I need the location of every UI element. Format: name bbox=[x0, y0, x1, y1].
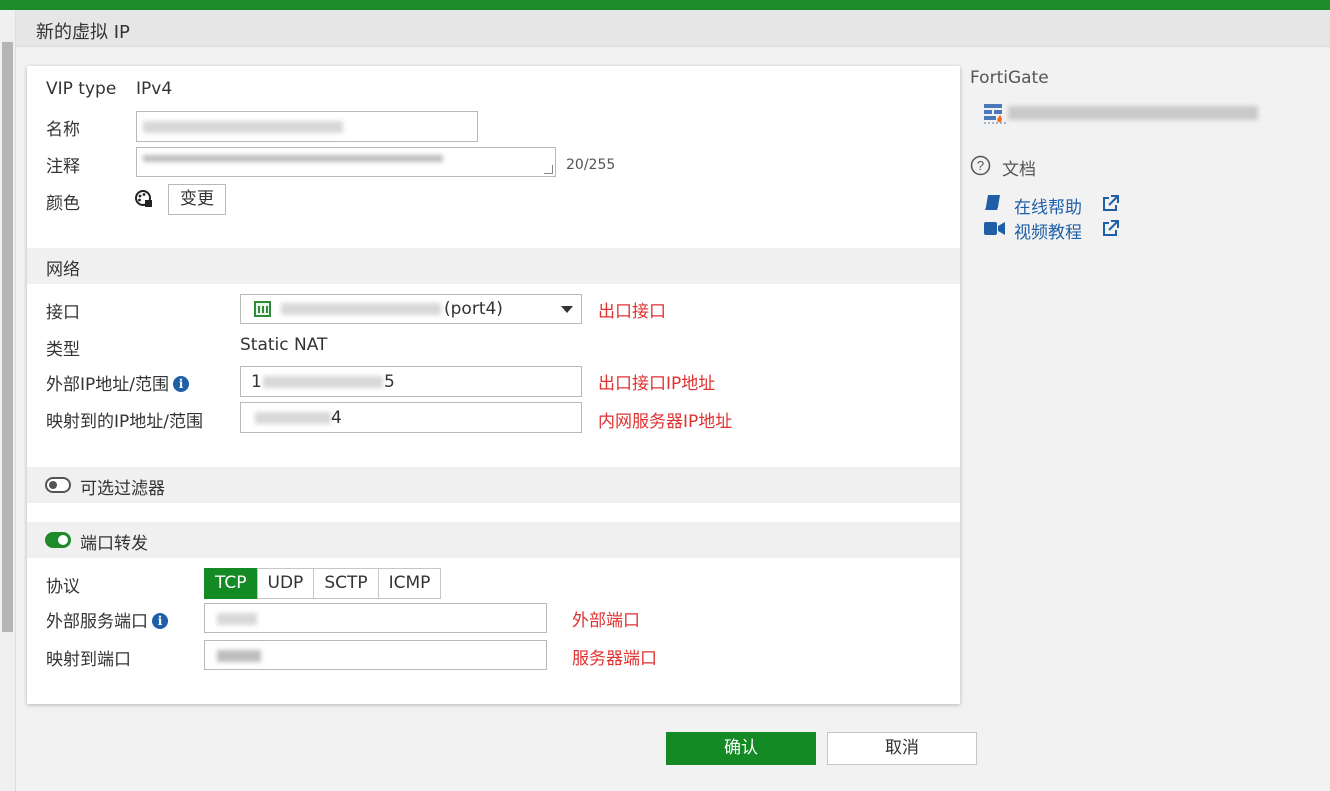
help-circle-icon: ? bbox=[970, 155, 991, 176]
optional-filter-label: 可选过滤器 bbox=[80, 479, 165, 499]
redacted-name-value bbox=[143, 121, 343, 133]
comment-label: 注释 bbox=[46, 157, 80, 177]
external-ip-annotation: 出口接口IP地址 bbox=[598, 374, 716, 394]
redacted-external-port bbox=[217, 613, 257, 625]
port-forwarding-toggle[interactable] bbox=[45, 532, 71, 548]
redacted-device-name bbox=[1008, 106, 1258, 120]
mapped-ip-end: 4 bbox=[331, 408, 342, 428]
vip-type-label: VIP type bbox=[46, 79, 117, 99]
firewall-icon bbox=[984, 104, 1006, 124]
interface-annotation: 出口接口 bbox=[598, 302, 666, 322]
protocol-tcp[interactable]: TCP bbox=[204, 568, 258, 599]
port-forwarding-row: 端口转发 bbox=[27, 522, 960, 558]
redacted-external-ip bbox=[263, 376, 383, 388]
resize-grip[interactable] bbox=[544, 165, 553, 174]
color-label: 颜色 bbox=[46, 194, 80, 214]
confirm-button[interactable]: 确认 bbox=[666, 732, 816, 765]
external-ip-label: 外部IP地址/范围 i bbox=[46, 370, 189, 395]
mapped-port-annotation: 服务器端口 bbox=[572, 649, 657, 669]
optional-filter-row: 可选过滤器 bbox=[27, 467, 960, 503]
svg-text:?: ? bbox=[977, 158, 984, 173]
mapped-ip-input[interactable]: 4 bbox=[240, 402, 582, 433]
docs-title: 文档 bbox=[1002, 160, 1036, 180]
comment-textarea[interactable] bbox=[136, 147, 556, 177]
video-tutorial-link[interactable]: 视频教程 bbox=[1014, 218, 1082, 243]
redacted-mapped-port bbox=[217, 650, 261, 662]
redacted-mapped-ip bbox=[255, 412, 331, 424]
page-title: 新的虚拟 IP bbox=[36, 22, 130, 43]
book-icon bbox=[985, 194, 1002, 211]
comment-counter: 20/255 bbox=[566, 157, 616, 173]
name-label: 名称 bbox=[46, 120, 80, 140]
online-help-link[interactable]: 在线帮助 bbox=[1014, 193, 1082, 218]
external-port-input[interactable] bbox=[204, 603, 547, 633]
video-camera-icon bbox=[984, 221, 1005, 236]
external-ip-start: 1 bbox=[251, 372, 262, 392]
vip-type-value: IPv4 bbox=[136, 79, 173, 99]
port-forwarding-label: 端口转发 bbox=[80, 534, 148, 554]
protocol-segmented-control: TCP UDP SCTP ICMP bbox=[204, 568, 442, 599]
mapped-ip-label: 映射到的IP地址/范围 bbox=[46, 412, 203, 432]
external-link-icon[interactable] bbox=[1101, 194, 1120, 213]
interface-port: (port4) bbox=[444, 299, 503, 319]
protocol-label: 协议 bbox=[46, 577, 80, 597]
change-color-button[interactable]: 变更 bbox=[168, 184, 226, 215]
mapped-ip-annotation: 内网服务器IP地址 bbox=[598, 412, 733, 432]
redacted-interface-name bbox=[281, 303, 441, 315]
name-input[interactable] bbox=[136, 111, 478, 142]
external-link-icon[interactable] bbox=[1101, 219, 1120, 238]
palette-icon bbox=[135, 190, 153, 208]
interface-label: 接口 bbox=[46, 303, 80, 323]
network-section-title: 网络 bbox=[46, 260, 80, 280]
protocol-icmp[interactable]: ICMP bbox=[377, 568, 442, 599]
external-ip-end: 5 bbox=[384, 372, 395, 392]
external-ip-input[interactable]: 1 5 bbox=[240, 366, 582, 397]
protocol-udp[interactable]: UDP bbox=[256, 568, 315, 599]
scrollbar[interactable] bbox=[0, 10, 16, 791]
type-label: 类型 bbox=[46, 340, 80, 360]
chevron-down-icon bbox=[561, 306, 573, 313]
vip-form-panel: VIP type IPv4 名称 注释 20/255 颜色 变更 网络 接口 (… bbox=[27, 66, 960, 704]
top-accent-bar bbox=[0, 0, 1330, 10]
type-value: Static NAT bbox=[240, 335, 328, 355]
scrollbar-thumb[interactable] bbox=[2, 42, 13, 632]
mapped-port-label: 映射到端口 bbox=[46, 650, 131, 670]
external-port-annotation: 外部端口 bbox=[572, 611, 640, 631]
cancel-button[interactable]: 取消 bbox=[827, 732, 977, 765]
mapped-port-input[interactable] bbox=[204, 640, 547, 670]
network-section-header: 网络 bbox=[27, 248, 960, 284]
info-icon[interactable]: i bbox=[152, 613, 168, 629]
redacted-comment-value bbox=[143, 155, 443, 162]
dialog-title-bar: 新的虚拟 IP bbox=[16, 10, 1330, 47]
interface-select[interactable]: (port4) bbox=[240, 294, 582, 324]
network-port-icon bbox=[254, 301, 271, 317]
external-port-label: 外部服务端口 i bbox=[46, 607, 168, 632]
info-icon[interactable]: i bbox=[173, 376, 189, 392]
device-title: FortiGate bbox=[970, 68, 1049, 88]
protocol-sctp[interactable]: SCTP bbox=[313, 568, 379, 599]
optional-filter-toggle[interactable] bbox=[45, 477, 71, 493]
